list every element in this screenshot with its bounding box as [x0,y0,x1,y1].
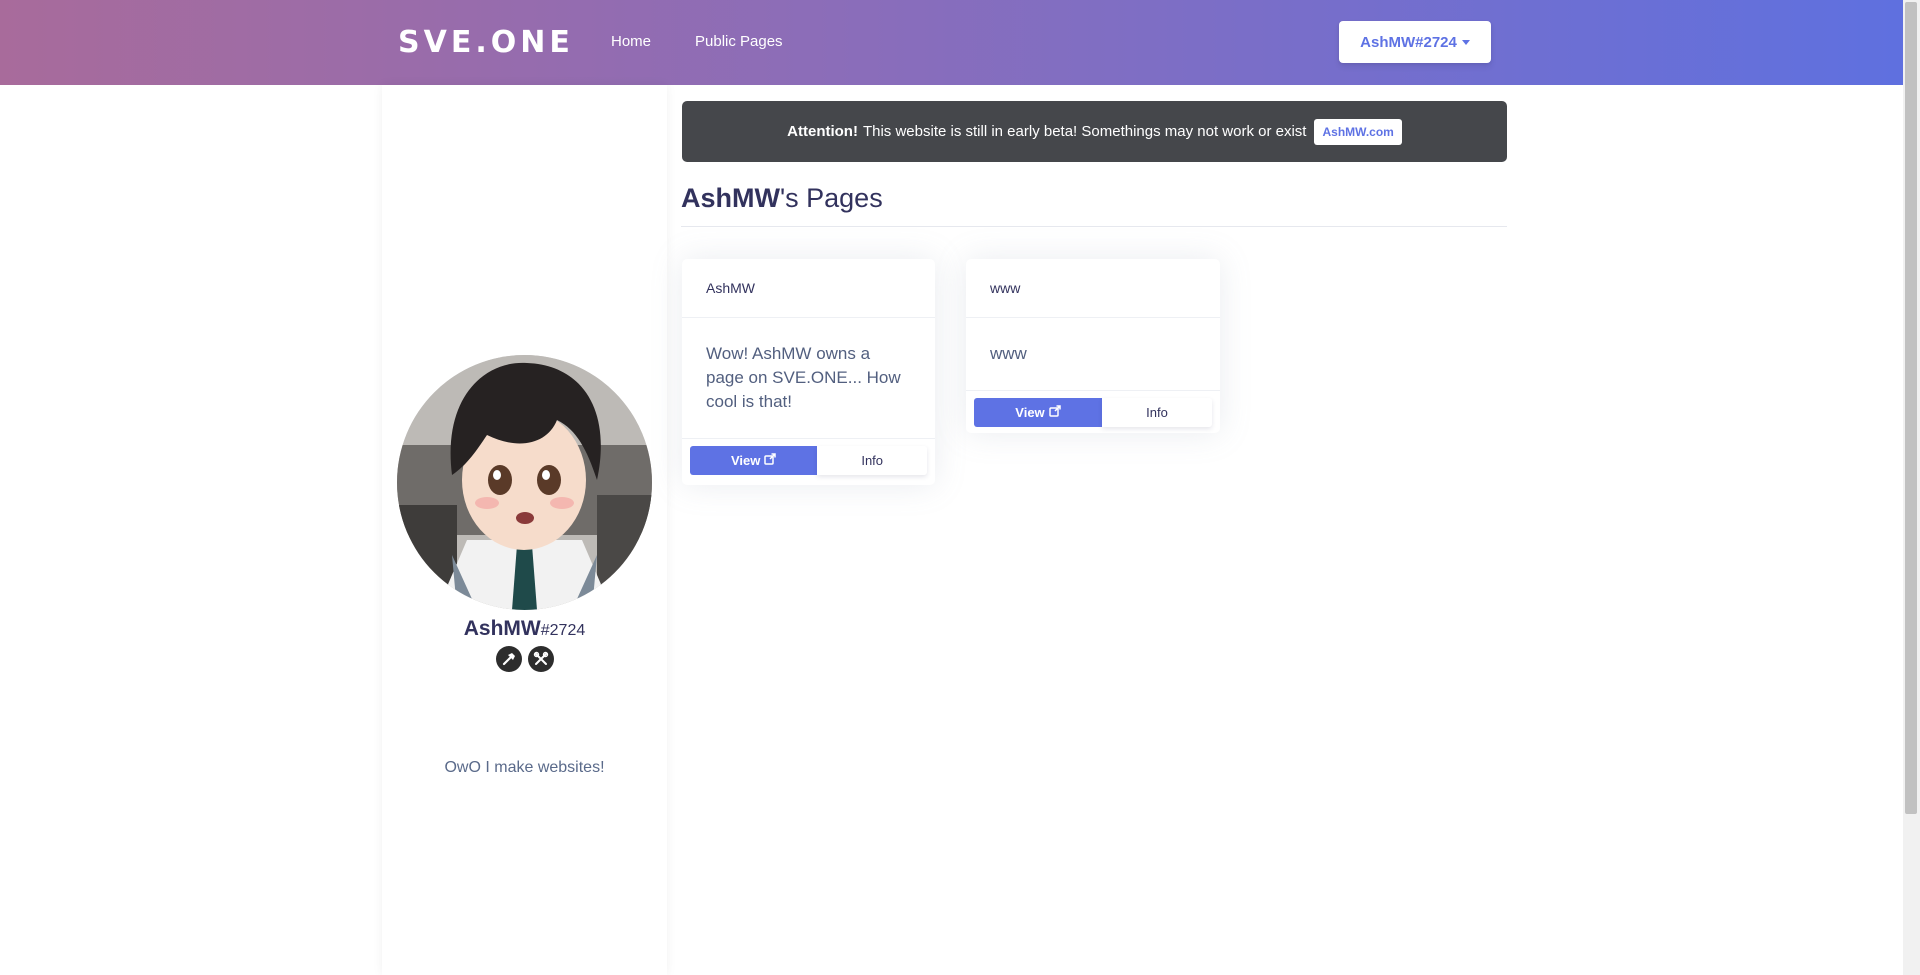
card-header: www [966,259,1220,318]
beta-alert: Attention! This website is still in earl… [682,101,1507,162]
page-title-owner: AshMW [681,183,780,213]
brand-logo[interactable]: SVE.ONE [398,26,574,60]
avatar [397,355,652,610]
card-header: AshMW [682,259,935,318]
caret-down-icon [1461,39,1470,45]
alert-link-button[interactable]: AshMW.com [1314,118,1402,145]
nav-link-home[interactable]: Home [611,32,651,52]
view-button[interactable]: View [974,398,1102,427]
tools-icon [527,646,554,672]
profile-sidebar: AshMW#2724 OwO I make websites! [382,85,667,975]
view-button-label: View [1015,405,1045,420]
profile-badges [382,646,667,672]
card-actions: View Info [682,439,935,475]
alert-message: This website is still in early beta! Som… [862,123,1307,140]
page-card: www www View Info [966,259,1220,433]
external-link-icon [1048,405,1061,420]
top-navbar: SVE.ONE Home Public Pages AshMW#2724 [0,0,1920,85]
alert-strong: Attention! [787,123,858,140]
hammer-icon [495,646,522,672]
user-menu-button[interactable]: AshMW#2724 [1339,21,1491,63]
profile-discriminator: #2724 [540,622,586,639]
view-button[interactable]: View [690,446,818,475]
card-body: www [966,318,1220,391]
profile-bio: OwO I make websites! [444,759,605,776]
scrollbar-thumb[interactable] [1905,2,1917,814]
title-divider [681,226,1507,227]
profile-username: AshMW [463,617,541,640]
page-title-suffix: 's Pages [779,183,883,213]
card-actions: View Info [966,391,1220,427]
card-body: Wow! AshMW owns a page on SVE.ONE... How… [682,318,935,439]
nav-link-public-pages[interactable]: Public Pages [695,32,783,52]
user-menu-label: AshMW#2724 [1360,33,1457,51]
info-button[interactable]: Info [1101,398,1212,427]
page-title: AshMW's Pages [681,182,883,214]
info-button[interactable]: Info [817,446,927,475]
external-link-icon [764,453,777,468]
page-card: AshMW Wow! AshMW owns a page on SVE.ONE.… [682,259,935,485]
avatar-illustration [397,355,652,610]
view-button-label: View [731,453,761,468]
profile-name: AshMW#2724 [382,616,667,644]
